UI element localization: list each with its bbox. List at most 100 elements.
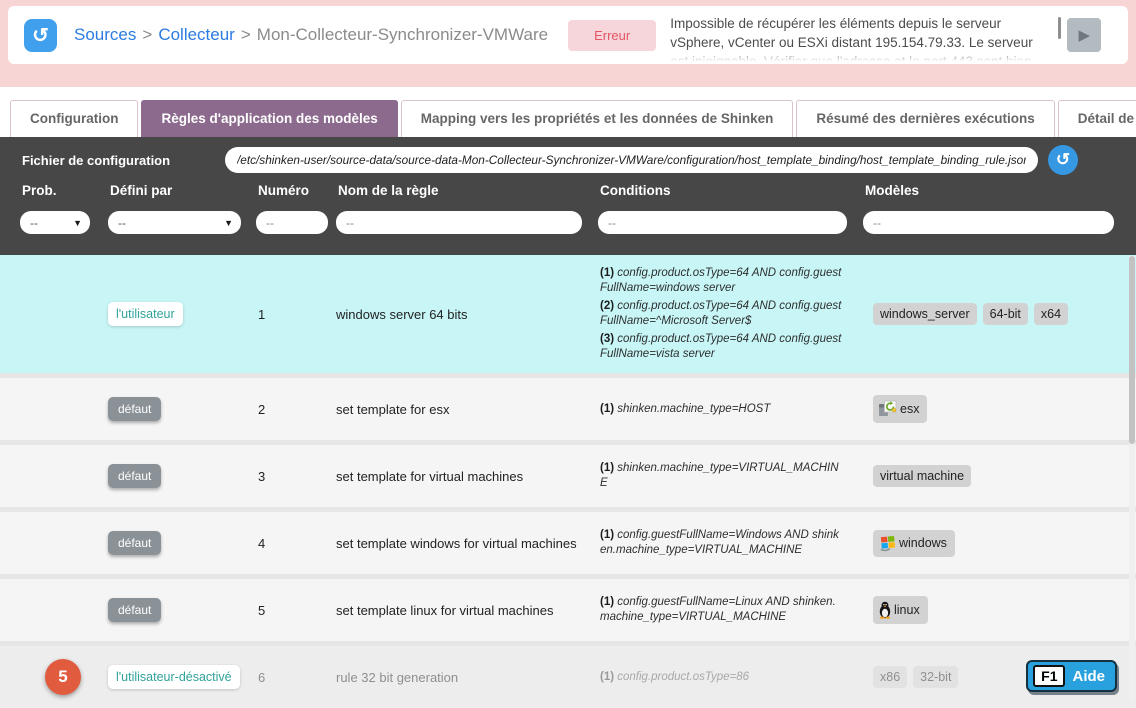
table-row[interactable]: défaut 3set template for virtual machines…: [0, 445, 1136, 507]
config-file-path-input[interactable]: [225, 147, 1038, 173]
problem-count-badge[interactable]: 5: [45, 659, 81, 695]
condition: (1) shinken.machine_type=HOST: [600, 402, 845, 417]
condition: (3) config.product.osType=64 AND config.…: [600, 332, 845, 362]
cell-defined-by: défaut: [108, 534, 256, 552]
column-header-nom-regle: Nom de la règle: [336, 183, 598, 198]
cell-models: esx: [863, 395, 1128, 423]
status-badge: Erreur: [568, 20, 656, 51]
breadcrumb-link-sources[interactable]: Sources: [74, 25, 136, 44]
cell-defined-by: l'utilisateur: [108, 305, 256, 323]
chevron-down-icon: ▼: [224, 218, 233, 228]
help-button[interactable]: F1 Aide: [1026, 660, 1117, 692]
table-row[interactable]: 5 l'utilisateur-désactivé 6rule 32 bit gen…: [0, 646, 1136, 708]
cell-rule-name: set template windows for virtual machine…: [336, 536, 598, 551]
sync-refresh-icon[interactable]: ↺: [24, 19, 57, 52]
run-button[interactable]: ▶: [1067, 18, 1101, 52]
tab-resume-dernieres-executions[interactable]: Résumé des dernières exécutions: [796, 100, 1054, 137]
cell-numero: 2: [256, 402, 336, 417]
cell-conditions: (1) config.guestFullName=Windows AND shi…: [598, 519, 863, 567]
filter-rule-name-input[interactable]: [336, 211, 582, 234]
cell-conditions: (1) shinken.machine_type=VIRTUAL_MACHINE: [598, 452, 863, 500]
tab-detail-derniere-execution[interactable]: Détail de la dernière exécution: [1058, 100, 1136, 137]
defined-by-badge: défaut: [108, 531, 161, 555]
defined-by-badge: l'utilisateur: [108, 302, 183, 326]
breadcrumb-separator: >: [142, 25, 152, 44]
model-badge-label: windows: [899, 536, 947, 550]
cell-rule-name: rule 32 bit generation: [336, 670, 598, 685]
breadcrumb: Sources > Collecteur > Mon-Collecteur-Synchr…: [74, 25, 548, 45]
esx-icon: [878, 400, 898, 418]
tab-mapping-proprietes-shinken[interactable]: Mapping vers les propriétés et les donné…: [401, 100, 794, 137]
table-body: l'utilisateur1windows server 64 bits(1) …: [0, 255, 1136, 708]
model-badge: linux: [873, 596, 928, 624]
chevron-down-icon: ▼: [73, 218, 82, 228]
model-badge: windows_server: [873, 303, 977, 325]
model-badge-label: virtual machine: [880, 469, 964, 483]
column-header-defini-par: Défini par: [108, 183, 256, 198]
source-status-card: ↺ Sources > Collecteur > Mon-Collecteur-Sync…: [8, 6, 1128, 64]
table-row[interactable]: l'utilisateur 1windows server 64 bits(1) …: [0, 255, 1136, 373]
filter-defined-by-value: --: [118, 216, 126, 230]
model-badge-label: x64: [1041, 307, 1061, 321]
filter-conditions-input[interactable]: [598, 211, 847, 234]
filter-numero-input[interactable]: [256, 211, 328, 234]
cell-defined-by: défaut: [108, 601, 256, 619]
windows-icon: [878, 535, 897, 552]
cell-defined-by: l'utilisateur-désactivé: [108, 668, 256, 686]
cell-rule-name: set template for virtual machines: [336, 469, 598, 484]
cell-rule-name: set template for esx: [336, 402, 598, 417]
column-header-prob: Prob.: [20, 183, 108, 198]
page: { "header": { "sync_icon": "sync-refresh…: [0, 0, 1136, 703]
cell-numero: 6: [256, 670, 336, 685]
breadcrumb-link-collecteur[interactable]: Collecteur: [158, 25, 235, 44]
scrollbar-thumb[interactable]: [1129, 256, 1135, 444]
tab-bar: Configuration Règles d'application des m…: [0, 87, 1136, 137]
filter-models-input[interactable]: [863, 211, 1114, 234]
model-badge: virtual machine: [873, 465, 971, 487]
model-badge: windows: [873, 530, 955, 557]
condition: (1) shinken.machine_type=VIRTUAL_MACHINE: [600, 461, 845, 491]
column-header-numero: Numéro: [256, 183, 336, 198]
condition: (1) config.guestFullName=Windows AND shi…: [600, 528, 845, 558]
table-row[interactable]: défaut2set template for esx(1) shinken.m…: [0, 378, 1136, 440]
condition: (2) config.product.osType=64 AND config.…: [600, 299, 845, 329]
table-filter-row: --▼ --▼: [0, 211, 1136, 234]
cell-conditions: (1) shinken.machine_type=HOST: [598, 393, 863, 426]
tab-configuration[interactable]: Configuration: [10, 100, 138, 137]
refresh-icon[interactable]: ↺: [1048, 145, 1078, 175]
cell-numero: 3: [256, 469, 336, 484]
table-header-panel: Fichier de configuration ↺ Prob. Défini …: [0, 137, 1136, 255]
cell-defined-by: défaut: [108, 467, 256, 485]
model-badge-label: 64-bit: [990, 307, 1021, 321]
breadcrumb-current: Mon-Collecteur-Synchronizer-VMWare: [257, 25, 548, 44]
defined-by-badge: défaut: [108, 598, 161, 622]
defined-by-badge: l'utilisateur-désactivé: [108, 665, 240, 689]
cell-models: virtual machine: [863, 465, 1128, 487]
status-banner: ↺ Sources > Collecteur > Mon-Collecteur-Sync…: [0, 0, 1136, 87]
model-badge: 32-bit: [913, 666, 958, 688]
defined-by-badge: défaut: [108, 464, 161, 488]
table-row[interactable]: défaut5set template linux for virtual ma…: [0, 579, 1136, 641]
model-badge: x64: [1034, 303, 1068, 325]
cell-prob: 5: [20, 659, 108, 695]
column-header-conditions: Conditions: [598, 183, 863, 198]
cell-rule-name: windows server 64 bits: [336, 307, 598, 322]
tab-regles-application-modeles[interactable]: Règles d'application des modèles: [141, 100, 397, 137]
cell-models: linux: [863, 596, 1128, 624]
error-message: Impossible de récupérer les éléments dep…: [670, 6, 1052, 64]
cell-models: windows_server 64-bit x64: [863, 303, 1128, 325]
cell-numero: 4: [256, 536, 336, 551]
model-badge-label: linux: [894, 603, 920, 617]
filter-prob-select[interactable]: --▼: [20, 211, 90, 234]
model-badge: 64-bit: [983, 303, 1028, 325]
table-row[interactable]: défaut 4set template windows for virtual …: [0, 512, 1136, 574]
table-scrollbar[interactable]: [1129, 256, 1135, 701]
model-badge-label: esx: [900, 402, 919, 416]
message-scrollbar[interactable]: [1058, 17, 1061, 39]
table-column-headers: Prob. Défini par Numéro Nom de la règle …: [0, 183, 1136, 198]
breadcrumb-separator: >: [241, 25, 251, 44]
cell-defined-by: défaut: [108, 400, 256, 418]
filter-defined-by-select[interactable]: -- ▼: [108, 211, 241, 234]
cell-conditions: (1) config.product.osType=64 AND config.…: [598, 257, 863, 371]
cell-numero: 1: [256, 307, 336, 322]
